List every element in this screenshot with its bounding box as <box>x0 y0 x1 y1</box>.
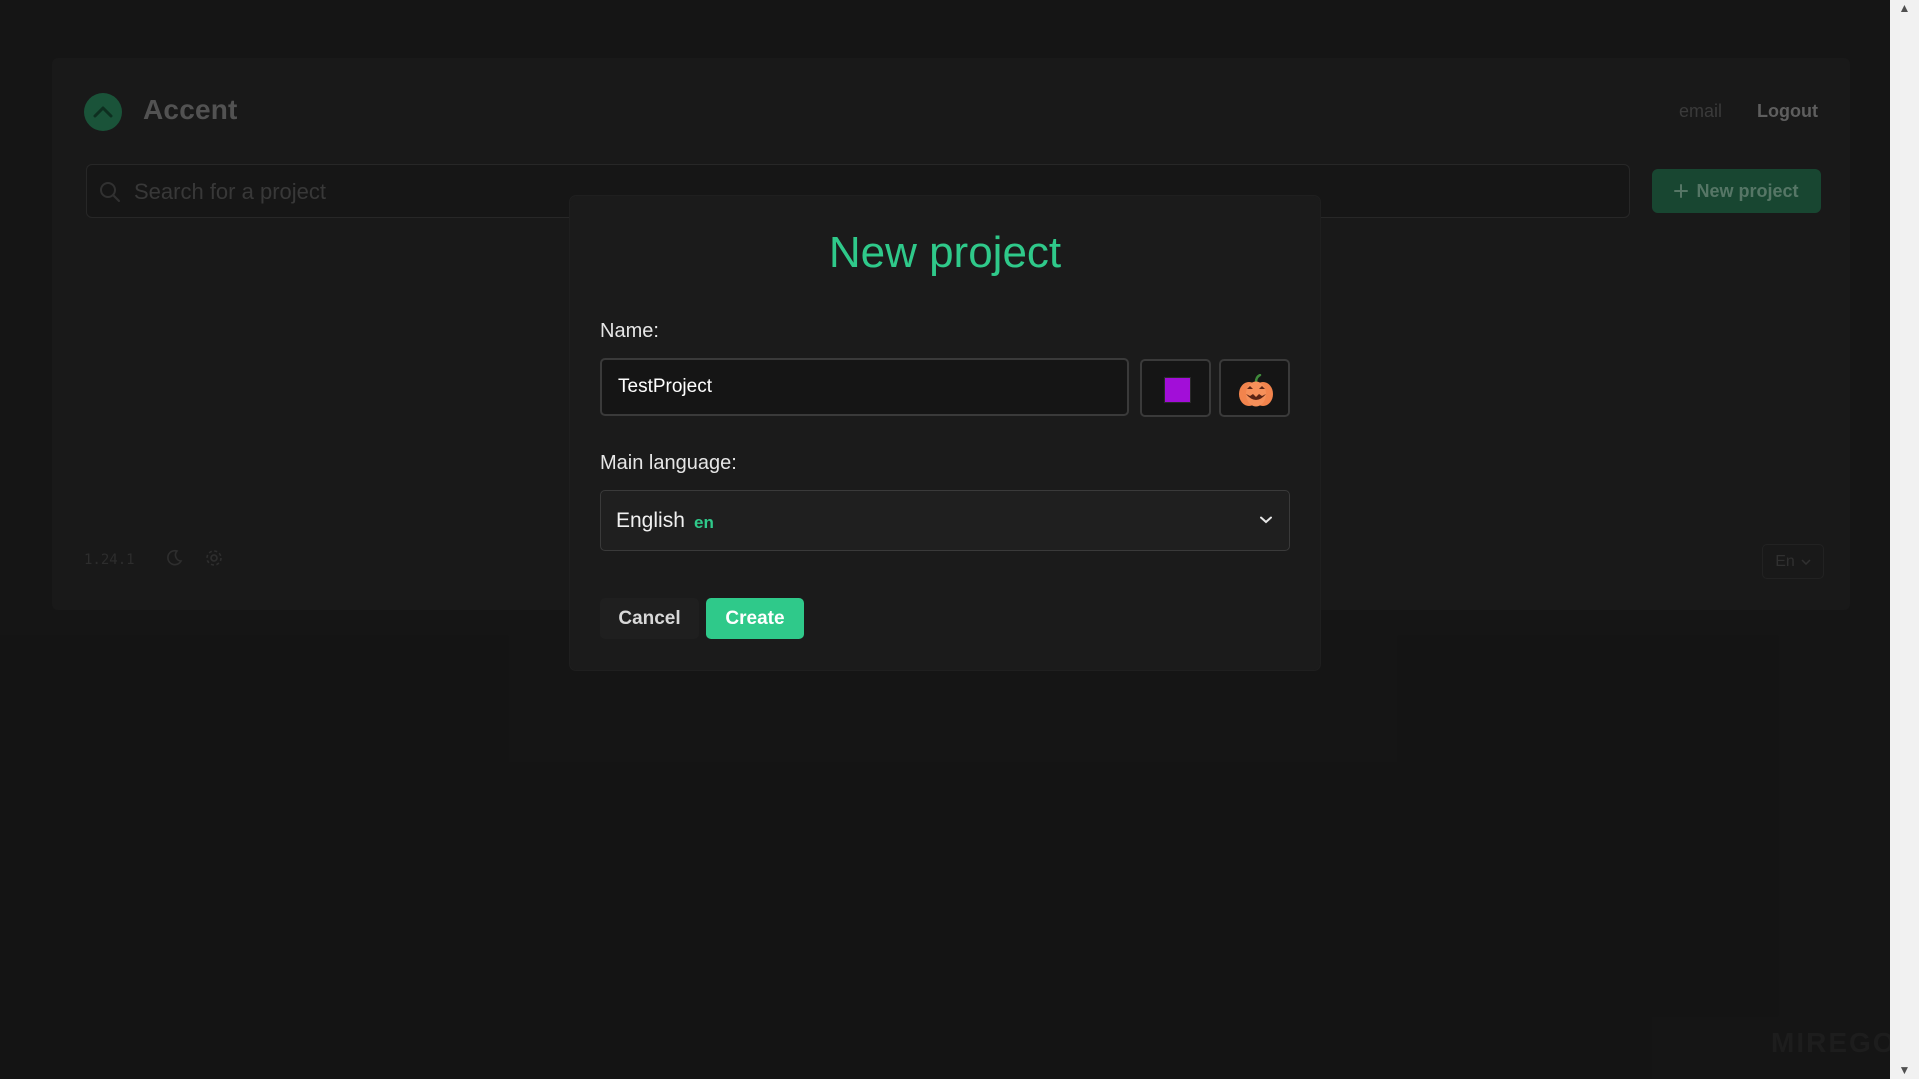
emoji-picker-button[interactable] <box>1219 359 1290 417</box>
project-name-input[interactable] <box>600 358 1129 416</box>
name-label: Name: <box>600 320 659 342</box>
main-language-code: en <box>694 513 714 532</box>
main-language-select[interactable]: English en <box>600 490 1290 551</box>
main-language-label: Main language: <box>600 452 737 474</box>
modal-title: New project <box>828 228 1062 277</box>
create-button[interactable]: Create <box>706 598 804 639</box>
color-picker-button[interactable] <box>1140 359 1211 417</box>
vertical-scrollbar[interactable]: ▲ ▼ <box>1890 0 1919 1079</box>
chevron-down-icon <box>1260 516 1272 524</box>
pumpkin-icon <box>1239 374 1273 407</box>
main-language-name: English <box>616 509 685 532</box>
color-swatch <box>1164 377 1191 403</box>
scroll-down-arrow-icon[interactable]: ▼ <box>1890 1062 1919 1079</box>
scroll-up-arrow-icon[interactable]: ▲ <box>1890 0 1919 17</box>
cancel-button[interactable]: Cancel <box>600 598 699 639</box>
